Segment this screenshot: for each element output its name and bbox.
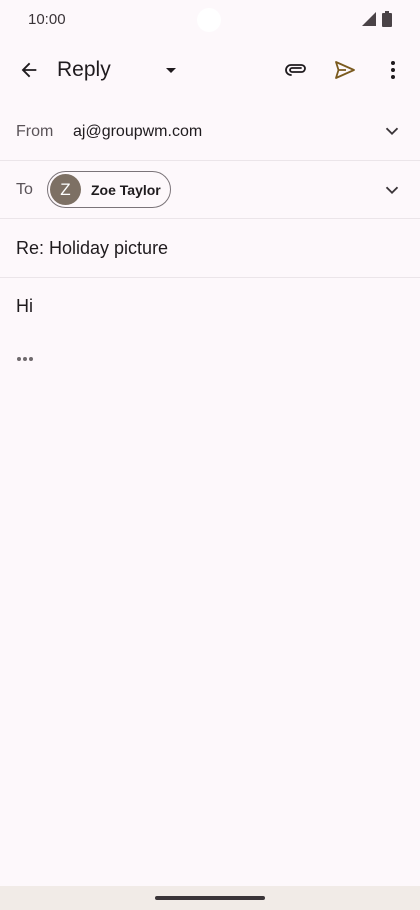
dot-icon (29, 357, 33, 361)
to-field-row: To Z Zoe Taylor (0, 161, 420, 219)
status-time: 10:00 (28, 11, 66, 28)
show-quoted-text-button[interactable] (12, 348, 38, 370)
more-vertical-icon (391, 61, 395, 79)
send-icon (335, 61, 355, 79)
chevron-down-icon (385, 186, 399, 195)
from-label: From (16, 123, 54, 140)
arrow-drop-down-icon (166, 68, 176, 73)
signal-icon (362, 12, 376, 26)
gesture-handle[interactable] (155, 896, 265, 900)
compose-screen: 10:00 Reply From aj@groupwm.com To Z Zoe… (0, 0, 420, 910)
compose-mode-title: Reply (57, 58, 111, 81)
recipient-name: Zoe Taylor (91, 181, 161, 198)
message-body-input[interactable]: Hi (16, 296, 33, 317)
to-label: To (16, 181, 33, 198)
compose-mode-dropdown-button[interactable] (151, 50, 191, 90)
more-options-button[interactable] (373, 50, 413, 90)
dot-icon (17, 357, 21, 361)
attach-button[interactable] (276, 50, 316, 90)
subject-input[interactable]: Re: Holiday picture (16, 238, 168, 259)
from-field-row: From aj@groupwm.com (0, 102, 420, 161)
send-button[interactable] (325, 50, 365, 90)
battery-icon (382, 11, 392, 27)
camera-cutout (197, 8, 221, 32)
status-bar: 10:00 (0, 0, 420, 38)
recipient-chip[interactable]: Z Zoe Taylor (47, 171, 171, 208)
avatar: Z (50, 174, 81, 205)
chevron-down-icon (385, 127, 399, 136)
to-expand-button[interactable] (372, 170, 412, 210)
arrow-back-icon (21, 62, 37, 78)
dot-icon (23, 357, 27, 361)
from-expand-button[interactable] (372, 111, 412, 151)
app-bar: Reply (0, 38, 420, 102)
subject-field-row[interactable]: Re: Holiday picture (0, 219, 420, 278)
paperclip-icon (285, 64, 306, 76)
back-button[interactable] (9, 50, 49, 90)
from-address[interactable]: aj@groupwm.com (73, 123, 202, 141)
navigation-bar (0, 886, 420, 910)
